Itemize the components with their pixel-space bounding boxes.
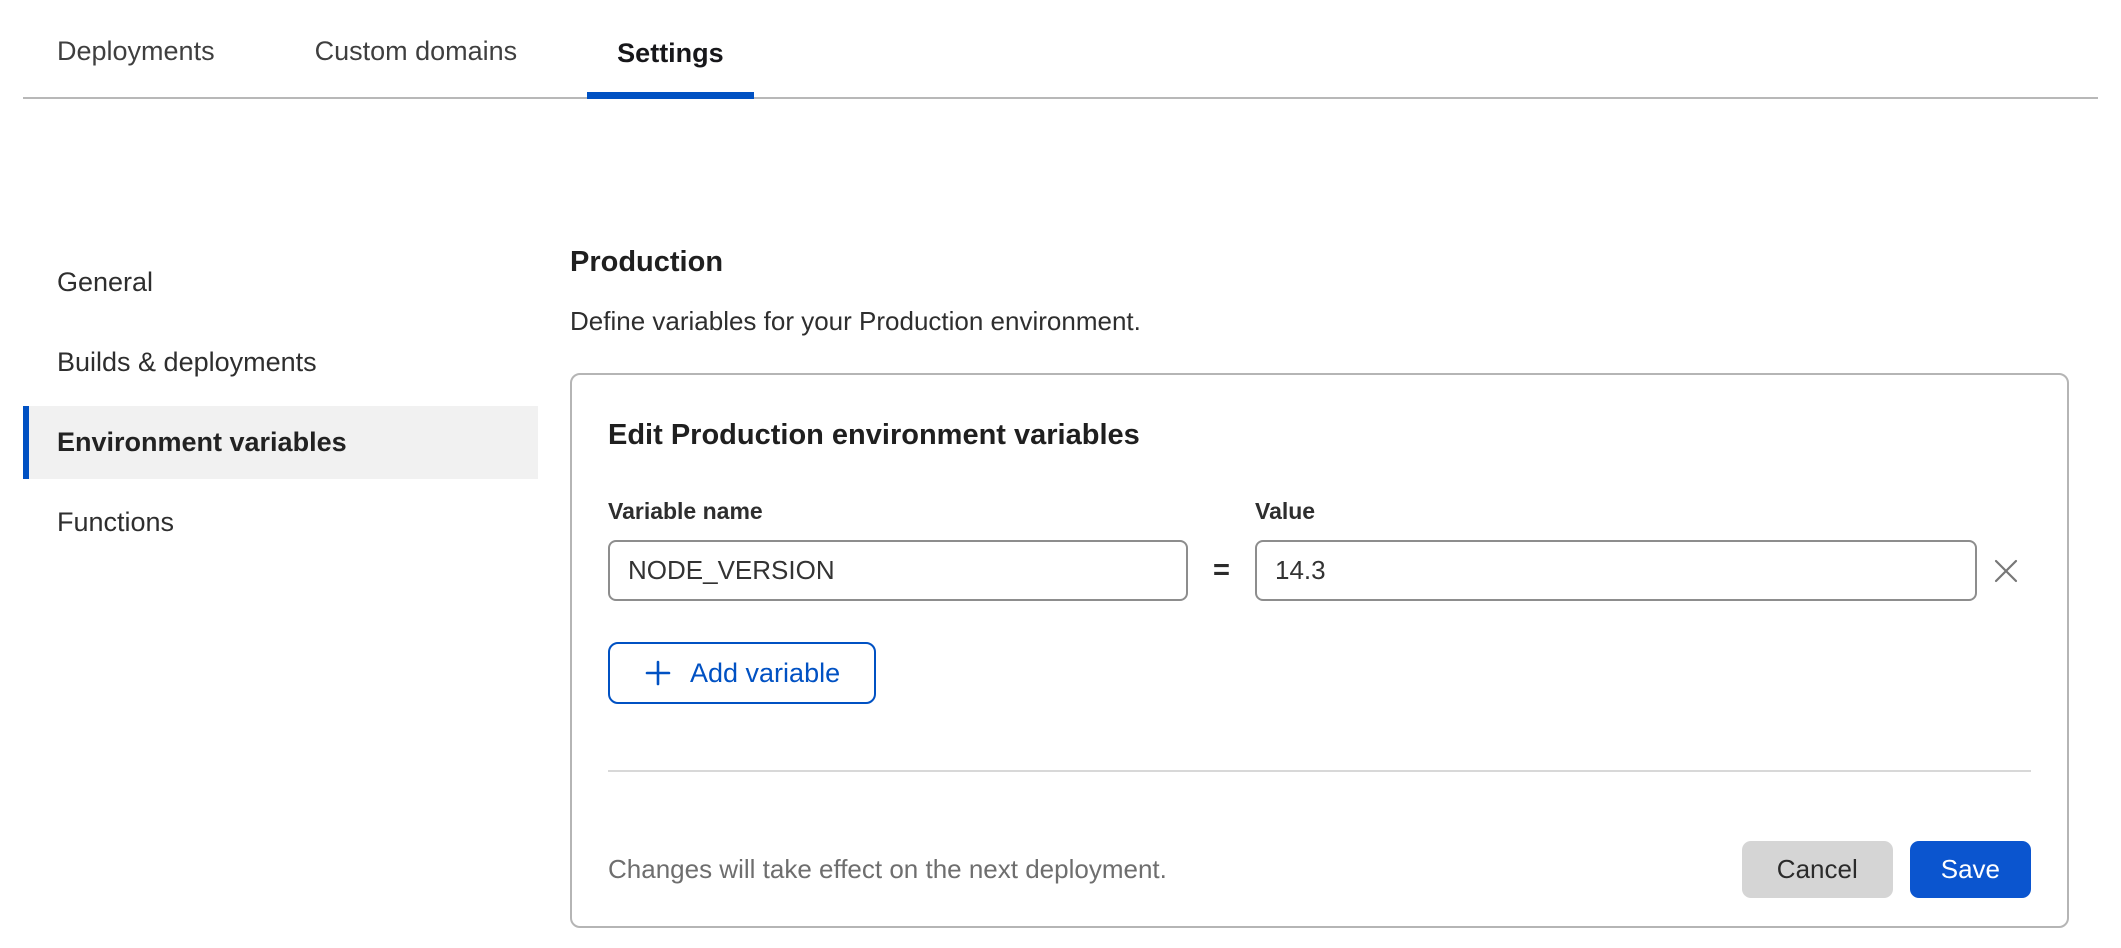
sidebar-item-functions[interactable]: Functions [23,486,538,559]
settings-content: General Builds & deployments Environment… [0,246,2121,928]
sidebar-item-general[interactable]: General [23,246,538,319]
plus-icon [644,659,672,687]
sidebar-item-builds-deployments[interactable]: Builds & deployments [23,326,538,399]
tab-custom-domains[interactable]: Custom domains [285,36,548,97]
tab-settings[interactable]: Settings [587,38,754,99]
variable-row: Variable name Value = [608,498,2031,601]
variable-name-input[interactable] [608,540,1188,601]
section-description: Define variables for your Production env… [570,306,2069,337]
card-divider [608,770,2031,772]
value-input[interactable] [1255,540,1977,601]
variable-name-label: Variable name [608,498,1188,540]
tab-deployments[interactable]: Deployments [27,36,245,97]
card-title: Edit Production environment variables [608,419,2031,452]
environment-variables-card: Edit Production environment variables Va… [570,373,2069,928]
tab-bar: Deployments Custom domains Settings [23,0,2098,99]
save-button[interactable]: Save [1910,841,2031,898]
equals-sign: = [1188,554,1255,587]
section-title: Production [570,246,2069,279]
close-icon [1991,556,2021,586]
main-panel: Production Define variables for your Pro… [570,246,2069,928]
settings-sidebar: General Builds & deployments Environment… [23,246,538,566]
value-label: Value [1255,498,1977,540]
card-footer: Changes will take effect on the next dep… [608,841,2031,898]
deployment-note: Changes will take effect on the next dep… [608,854,1742,885]
sidebar-item-environment-variables[interactable]: Environment variables [23,406,538,479]
add-variable-button[interactable]: Add variable [608,642,876,704]
remove-variable-button[interactable] [1987,552,2025,590]
add-variable-label: Add variable [690,658,840,689]
cancel-button[interactable]: Cancel [1742,841,1893,898]
